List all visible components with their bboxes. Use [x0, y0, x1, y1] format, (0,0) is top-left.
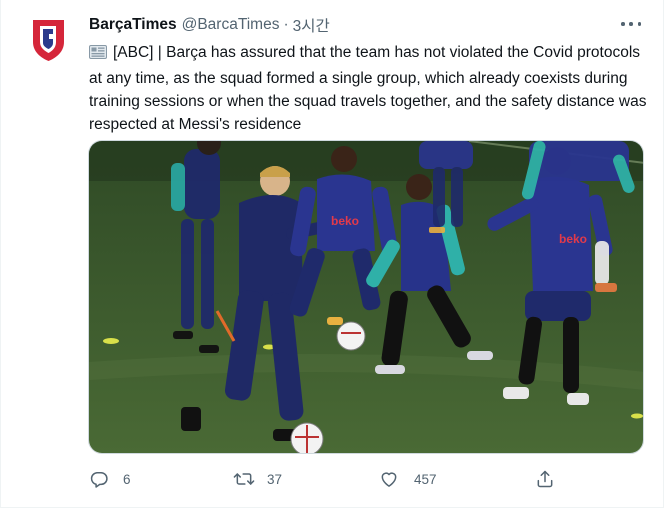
tweet-photo[interactable]: beko beko: [88, 140, 644, 454]
author-handle[interactable]: @BarcaTimes: [182, 16, 280, 34]
separator-dot: ·: [283, 16, 289, 33]
retweet-count: 37: [267, 471, 283, 487]
tweet-text-container: [ABC] | Barça has assured that the team …: [89, 41, 649, 136]
author-name[interactable]: BarçaTimes: [89, 16, 177, 34]
more-dot-icon: [637, 22, 641, 26]
like-count: 457: [414, 471, 437, 487]
timestamp[interactable]: 3시간: [293, 14, 330, 36]
avatar[interactable]: [22, 12, 75, 65]
more-dot-icon: [621, 22, 625, 26]
tweet-card[interactable]: BarçaTimes @BarcaTimes · 3시간 [ABC] | Bar…: [0, 0, 664, 508]
more-dot-icon: [629, 22, 633, 26]
training-photo: beko beko: [89, 141, 643, 453]
retweet-icon: [233, 473, 255, 485]
share-button[interactable]: [535, 468, 555, 490]
tweet-text: [ABC] | Barça has assured that the team …: [89, 44, 647, 133]
newspaper-icon: [89, 44, 107, 67]
more-options-button[interactable]: [621, 18, 641, 30]
sponsor-logo-text-2: beko: [559, 232, 587, 246]
barcatimes-logo: [22, 12, 75, 65]
like-button[interactable]: 457: [379, 468, 437, 490]
reply-icon: [90, 472, 108, 488]
sponsor-logo-text: beko: [331, 214, 359, 228]
reply-button[interactable]: 6: [89, 468, 131, 490]
reply-count: 6: [123, 471, 131, 487]
retweet-button[interactable]: 37: [233, 468, 282, 490]
tweet-header: BarçaTimes @BarcaTimes · 3시간: [89, 14, 330, 36]
heart-icon: [381, 472, 397, 487]
tweet-actions: 6 37 457: [89, 468, 559, 490]
share-icon: [537, 470, 553, 488]
